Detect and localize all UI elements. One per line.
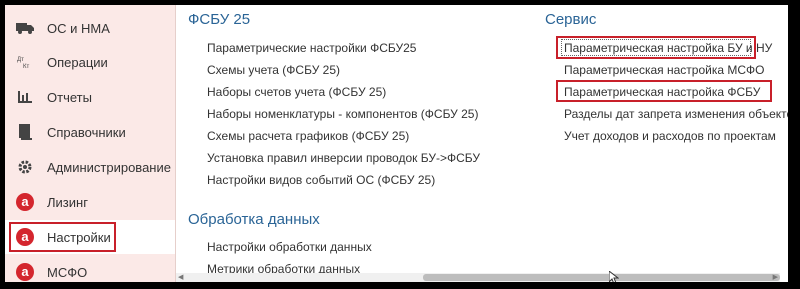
sidebar-item-label: Отчеты [47,89,92,105]
link-fsbu-settings[interactable]: Параметрическая настройка ФСБУ [564,85,760,99]
sidebar-item-label: Операции [47,54,108,70]
sidebar-item-administration[interactable]: Администрирование [5,150,175,184]
link-schedule-schemes[interactable]: Схемы расчета графиков (ФСБУ 25) [207,129,409,143]
svg-text:Дт: Дт [17,57,24,63]
link-inversion-rules[interactable]: Установка правил инверсии проводок БУ->Ф… [207,151,480,165]
sidebar-item-settings[interactable]: a Настройки [5,220,175,254]
link-processing-settings[interactable]: Настройки обработки данных [207,240,372,254]
sidebar-item-label: Настройки [47,229,111,245]
scrollbar-thumb[interactable] [423,274,780,281]
sidebar-item-label: МСФО [47,264,88,280]
sidebar-item-leasing[interactable]: a Лизинг [5,185,175,219]
sidebar-item-label: Справочники [47,124,126,140]
svg-text:Кт: Кт [23,64,29,70]
horizontal-scrollbar[interactable]: ◀ ▶ [176,273,780,282]
section-title-service: Сервис [545,11,597,28]
sidebar-item-reports[interactable]: Отчеты [5,80,175,114]
link-bu-nu-settings[interactable]: Параметрическая настройка БУ и НУ [564,41,772,55]
main-panel: ФСБУ 25 Параметрические настройки ФСБУ25… [176,5,788,282]
sidebar-item-catalogs[interactable]: Справочники [5,115,175,149]
sidebar-item-label: ОС и НМА [47,20,110,36]
a-logo-icon: a [16,193,34,211]
a-logo-icon: a [16,228,34,246]
section-title-processing: Обработка данных [188,211,320,228]
link-project-income-expenses[interactable]: Учет доходов и расходов по проектам [564,129,776,143]
sidebar-item-os-nma[interactable]: ОС и НМА [5,11,175,45]
sidebar-item-label: Лизинг [47,194,88,210]
scroll-left-icon[interactable]: ◀ [178,273,183,282]
a-logo-icon: a [16,263,34,281]
truck-icon [16,19,34,37]
link-event-types[interactable]: Настройки видов событий ОС (ФСБУ 25) [207,173,435,187]
sidebar-item-msfo[interactable]: a МСФО [5,255,175,282]
debit-credit-icon: Дт Кт [16,53,34,71]
link-account-sets[interactable]: Наборы счетов учета (ФСБУ 25) [207,85,386,99]
mouse-cursor-icon [608,269,620,282]
link-component-sets[interactable]: Наборы номенклатуры - компонентов (ФСБУ … [207,107,478,121]
link-accounting-schemes[interactable]: Схемы учета (ФСБУ 25) [207,63,340,77]
scroll-right-icon[interactable]: ▶ [773,273,778,282]
app-window: ОС и НМА Дт Кт Операции Отчеты Справочник… [5,5,788,282]
sidebar-item-operations[interactable]: Дт Кт Операции [5,45,175,79]
gear-icon [16,158,34,176]
link-fsbu-parametric-settings[interactable]: Параметрические настройки ФСБУ25 [207,41,416,55]
sidebar-item-label: Администрирование [47,159,171,175]
link-change-lock-dates[interactable]: Разделы дат запрета изменения объектов [564,107,788,121]
sidebar: ОС и НМА Дт Кт Операции Отчеты Справочник… [5,5,176,282]
section-title-fsbu: ФСБУ 25 [188,11,251,28]
bar-chart-icon [16,88,34,106]
book-icon [16,123,34,141]
link-msfo-settings[interactable]: Параметрическая настройка МСФО [564,63,764,77]
